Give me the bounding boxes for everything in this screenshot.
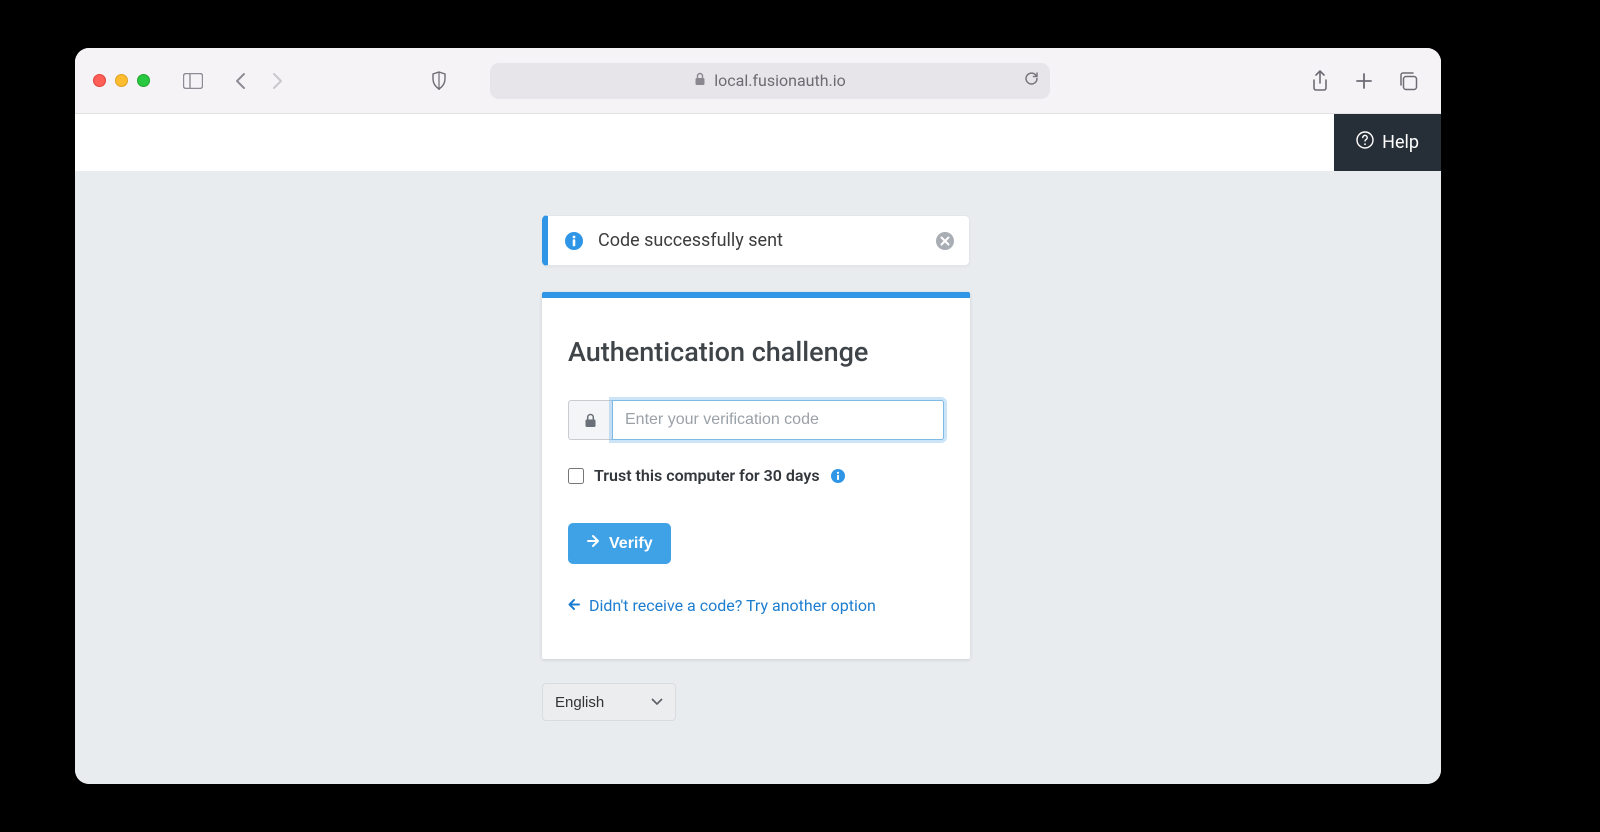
trust-checkbox-row[interactable]: Trust this computer for 30 days (568, 466, 944, 485)
new-tab-icon[interactable] (1347, 64, 1381, 98)
arrow-right-icon (586, 534, 600, 553)
alt-link-label: Didn't receive a code? Try another optio… (589, 596, 876, 615)
lock-icon (694, 71, 706, 90)
trust-label: Trust this computer for 30 days (594, 466, 820, 485)
minimize-window-button[interactable] (115, 74, 128, 87)
alert-close-icon[interactable] (935, 231, 955, 251)
help-button[interactable]: Help (1334, 114, 1441, 171)
share-icon[interactable] (1303, 64, 1337, 98)
code-field (568, 400, 944, 440)
browser-window: local.fusionauth.io (75, 48, 1441, 784)
verification-code-input[interactable] (612, 400, 944, 440)
try-another-option-link[interactable]: Didn't receive a code? Try another optio… (568, 596, 876, 615)
panel-title: Authentication challenge (568, 336, 944, 368)
verify-button[interactable]: Verify (568, 523, 671, 564)
info-icon[interactable] (830, 468, 846, 484)
address-text: local.fusionauth.io (714, 71, 846, 90)
sidebar-toggle-icon[interactable] (176, 64, 210, 98)
language-select[interactable]: English (542, 683, 676, 721)
help-icon (1356, 131, 1374, 154)
auth-panel: Authentication challenge Trust this comp… (542, 292, 970, 659)
back-button[interactable] (224, 64, 258, 98)
reload-icon[interactable] (1023, 70, 1040, 91)
trust-checkbox[interactable] (568, 468, 584, 484)
info-icon (564, 231, 584, 251)
window-controls (93, 74, 150, 87)
help-label: Help (1382, 132, 1419, 153)
arrow-left-icon (568, 596, 581, 615)
maximize-window-button[interactable] (137, 74, 150, 87)
page-body: Code successfully sent Authentication ch… (75, 171, 1441, 784)
shield-icon[interactable] (422, 64, 456, 98)
alert-message: Code successfully sent (598, 230, 783, 251)
address-bar[interactable]: local.fusionauth.io (490, 63, 1050, 99)
forward-button[interactable] (260, 64, 294, 98)
tabs-overview-icon[interactable] (1391, 64, 1425, 98)
verify-label: Verify (609, 535, 653, 553)
close-window-button[interactable] (93, 74, 106, 87)
page-header: Help (75, 114, 1441, 171)
alert-banner: Code successfully sent (542, 215, 970, 266)
lock-icon (568, 400, 612, 440)
browser-titlebar: local.fusionauth.io (75, 48, 1441, 114)
